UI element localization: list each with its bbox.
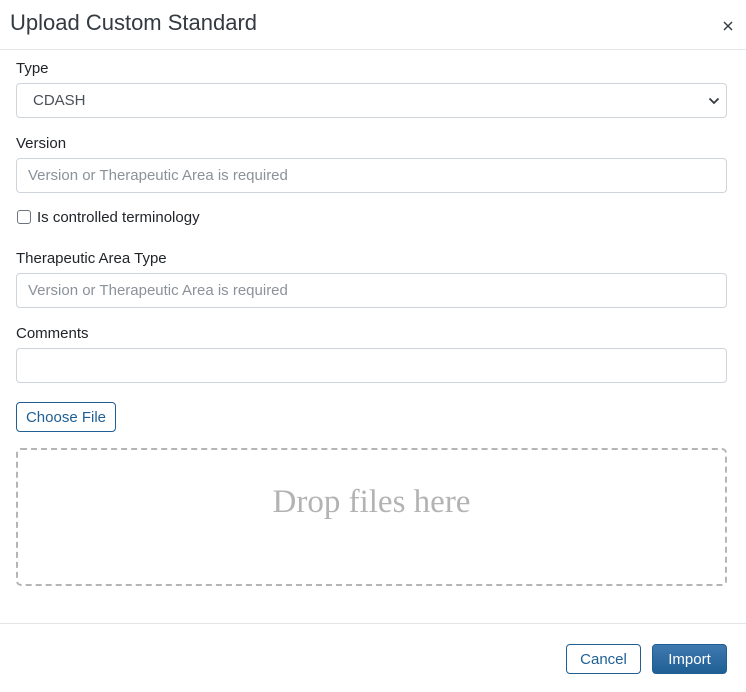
dialog-header: Upload Custom Standard (0, 0, 746, 50)
version-input[interactable] (16, 158, 727, 193)
comments-input[interactable] (16, 348, 727, 383)
type-select[interactable]: CDASH (16, 83, 727, 118)
therapeutic-area-type-label: Therapeutic Area Type (16, 250, 167, 267)
chevron-down-icon (708, 97, 720, 105)
controlled-terminology-checkbox[interactable] (17, 210, 31, 224)
choose-file-button[interactable]: Choose File (16, 402, 116, 432)
file-dropzone[interactable]: Drop files here (16, 448, 727, 586)
upload-custom-standard-dialog: Upload Custom Standard Type CDASH Versio… (0, 0, 746, 692)
type-select-value: CDASH (33, 92, 86, 109)
type-label: Type (16, 60, 49, 77)
version-label: Version (16, 135, 67, 152)
dropzone-text: Drop files here (272, 484, 471, 520)
dialog-footer: Cancel Import (0, 623, 746, 692)
import-button[interactable]: Import (652, 644, 727, 674)
dialog-title: Upload Custom Standard (10, 10, 258, 35)
cancel-button[interactable]: Cancel (566, 644, 641, 674)
close-icon[interactable] (720, 18, 736, 34)
comments-label: Comments (16, 325, 89, 342)
therapeutic-area-type-input[interactable] (16, 273, 727, 308)
controlled-terminology-label[interactable]: Is controlled terminology (37, 209, 200, 227)
